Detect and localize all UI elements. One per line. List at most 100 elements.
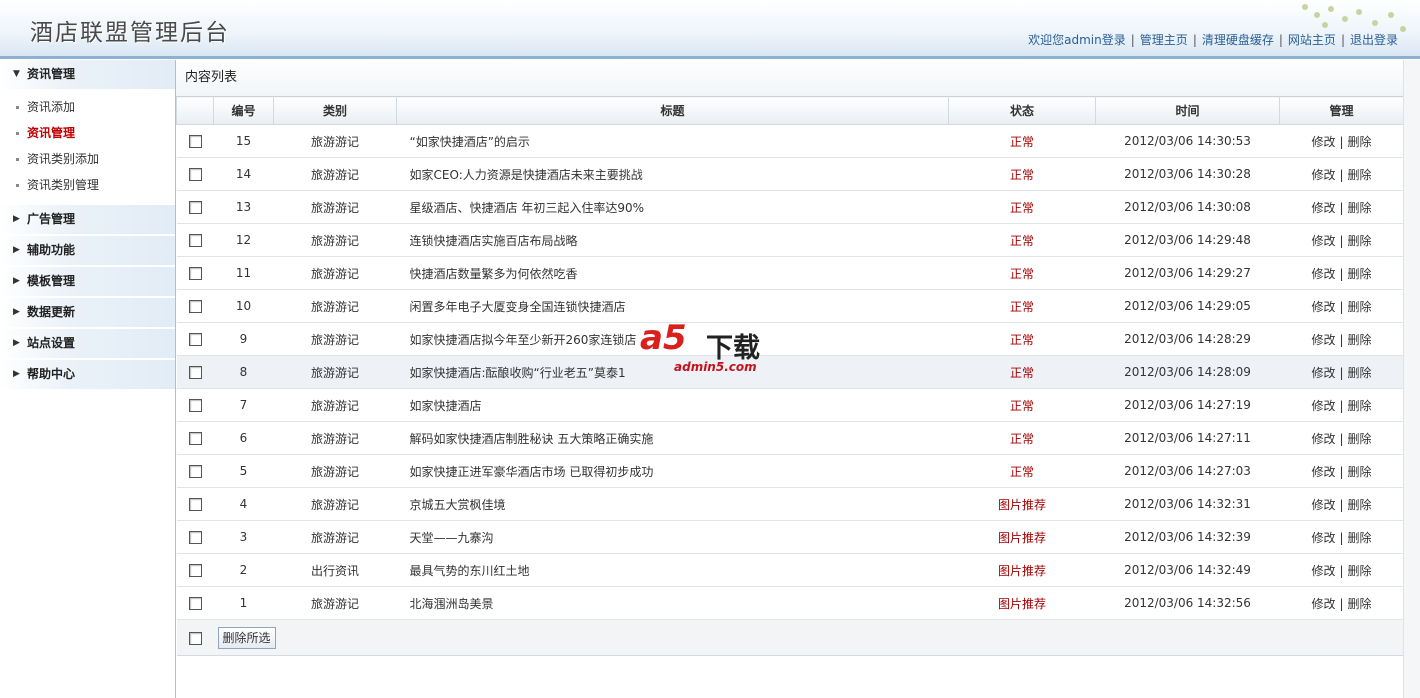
row-title: 解码如家快捷酒店制胜秘诀 五大策略正确实施 [396,421,949,455]
row-time: 2012/03/06 14:32:31 [1095,487,1280,521]
row-status: 正常 [948,355,1096,389]
select-all-checkbox[interactable] [188,631,202,645]
row-category: 旅游游记 [273,124,397,158]
row-checkbox[interactable] [188,597,202,610]
row-actions: 修改 | 删除 [1279,289,1404,323]
bullet-icon [16,106,19,109]
row-select-cell [176,454,214,488]
action-separator: | [1339,530,1344,545]
row-select-cell [176,289,214,323]
sidebar-group-ads[interactable]: ▶ 广告管理 [0,205,175,235]
row-select-cell [176,586,214,620]
row-actions: 修改 | 删除 [1279,520,1404,554]
row-select-cell [176,520,214,554]
row-checkbox[interactable] [188,432,202,445]
edit-link[interactable]: 修改 [1311,465,1335,479]
row-time: 2012/03/06 14:30:28 [1095,157,1280,191]
row-category: 旅游游记 [273,388,397,422]
row-time: 2012/03/06 14:29:05 [1095,289,1280,323]
delete-link[interactable]: 删除 [1348,465,1372,479]
table-row: 9 旅游游记 如家快捷酒店拟今年至少新开260家连锁店 正常 2012/03/06 14… [176,322,1404,356]
edit-link[interactable]: 修改 [1311,498,1335,512]
link-logout[interactable]: 退出登录 [1350,33,1398,47]
edit-link[interactable]: 修改 [1311,300,1335,314]
row-category: 旅游游记 [273,520,397,554]
table-footer-row: 删除所选 [176,619,1404,656]
edit-link[interactable]: 修改 [1311,135,1335,149]
table-body: 15 旅游游记 “如家快捷酒店”的启示 正常 2012/03/06 14:30:53 修改… [176,124,1404,620]
row-id: 15 [213,124,274,158]
sidebar-group-news[interactable]: ▼ 资讯管理 [0,60,175,90]
row-checkbox[interactable] [188,498,202,511]
edit-link[interactable]: 修改 [1311,333,1335,347]
sidebar-group-data-update[interactable]: ▶ 数据更新 [0,298,175,328]
table-row: 2 出行资讯 最具气势的东川红土地 图片推荐 2012/03/06 14:32:49 修改… [176,553,1404,587]
edit-link[interactable]: 修改 [1311,432,1335,446]
delete-link[interactable]: 删除 [1348,168,1372,182]
edit-link[interactable]: 修改 [1311,234,1335,248]
row-checkbox[interactable] [188,168,202,181]
row-checkbox[interactable] [188,366,202,379]
delete-link[interactable]: 删除 [1348,234,1372,248]
sidebar-item-manage-category[interactable]: 资讯类别管理 [0,172,175,198]
row-checkbox[interactable] [188,399,202,412]
row-checkbox[interactable] [188,300,202,313]
action-separator: | [1339,332,1344,347]
action-separator: | [1339,365,1344,380]
link-admin-home[interactable]: 管理主页 [1140,33,1188,47]
delete-link[interactable]: 删除 [1348,366,1372,380]
delete-link[interactable]: 删除 [1348,531,1372,545]
row-checkbox[interactable] [188,564,202,577]
delete-link[interactable]: 删除 [1348,597,1372,611]
edit-link[interactable]: 修改 [1311,597,1335,611]
sidebar-group-site-settings[interactable]: ▶ 站点设置 [0,329,175,359]
row-time: 2012/03/06 14:32:49 [1095,553,1280,587]
delete-link[interactable]: 删除 [1348,300,1372,314]
row-time: 2012/03/06 14:32:39 [1095,520,1280,554]
sidebar-group-help[interactable]: ▶ 帮助中心 [0,360,175,390]
sidebar-item-add-category[interactable]: 资讯类别添加 [0,146,175,172]
delete-link[interactable]: 删除 [1348,201,1372,215]
sidebar-group-templates[interactable]: ▶ 模板管理 [0,267,175,297]
action-separator: | [1339,134,1344,149]
row-checkbox[interactable] [188,531,202,544]
row-checkbox[interactable] [188,465,202,478]
row-checkbox[interactable] [188,267,202,280]
table-row: 8 旅游游记 如家快捷酒店:酝酿收购“行业老五”莫泰1 正常 2012/03/06 14… [176,355,1404,389]
sidebar-item-add-news[interactable]: 资讯添加 [0,94,175,120]
edit-link[interactable]: 修改 [1311,267,1335,281]
action-separator: | [1339,563,1344,578]
row-status: 图片推荐 [948,586,1096,620]
sidebar-item-manage-news[interactable]: 资讯管理 [0,120,175,146]
delete-link[interactable]: 删除 [1348,135,1372,149]
row-status: 正常 [948,454,1096,488]
row-checkbox[interactable] [188,234,202,247]
delete-link[interactable]: 删除 [1348,267,1372,281]
delete-link[interactable]: 删除 [1348,498,1372,512]
row-time: 2012/03/06 14:27:03 [1095,454,1280,488]
row-checkbox[interactable] [188,201,202,214]
link-clear-cache[interactable]: 清理硬盘缓存 [1202,33,1274,47]
row-checkbox[interactable] [188,333,202,346]
action-separator: | [1339,299,1344,314]
link-site-home[interactable]: 网站主页 [1288,33,1336,47]
row-time: 2012/03/06 14:30:08 [1095,190,1280,224]
edit-link[interactable]: 修改 [1311,564,1335,578]
edit-link[interactable]: 修改 [1311,201,1335,215]
edit-link[interactable]: 修改 [1311,168,1335,182]
edit-link[interactable]: 修改 [1311,531,1335,545]
delete-link[interactable]: 删除 [1348,432,1372,446]
edit-link[interactable]: 修改 [1311,399,1335,413]
delete-link[interactable]: 删除 [1348,564,1372,578]
table-row: 11 旅游游记 快捷酒店数量繁多为何依然吃香 正常 2012/03/06 14:29:2… [176,256,1404,290]
row-status: 图片推荐 [948,553,1096,587]
table-header-row: 编号 类别 标题 状态 时间 管理 [176,96,1404,125]
delete-link[interactable]: 删除 [1348,399,1372,413]
delete-selected-button[interactable]: 删除所选 [217,626,276,649]
row-checkbox[interactable] [188,135,202,148]
sidebar-group-tools[interactable]: ▶ 辅助功能 [0,236,175,266]
delete-link[interactable]: 删除 [1348,333,1372,347]
link-separator: | [1130,33,1135,47]
action-separator: | [1339,596,1344,611]
edit-link[interactable]: 修改 [1311,366,1335,380]
